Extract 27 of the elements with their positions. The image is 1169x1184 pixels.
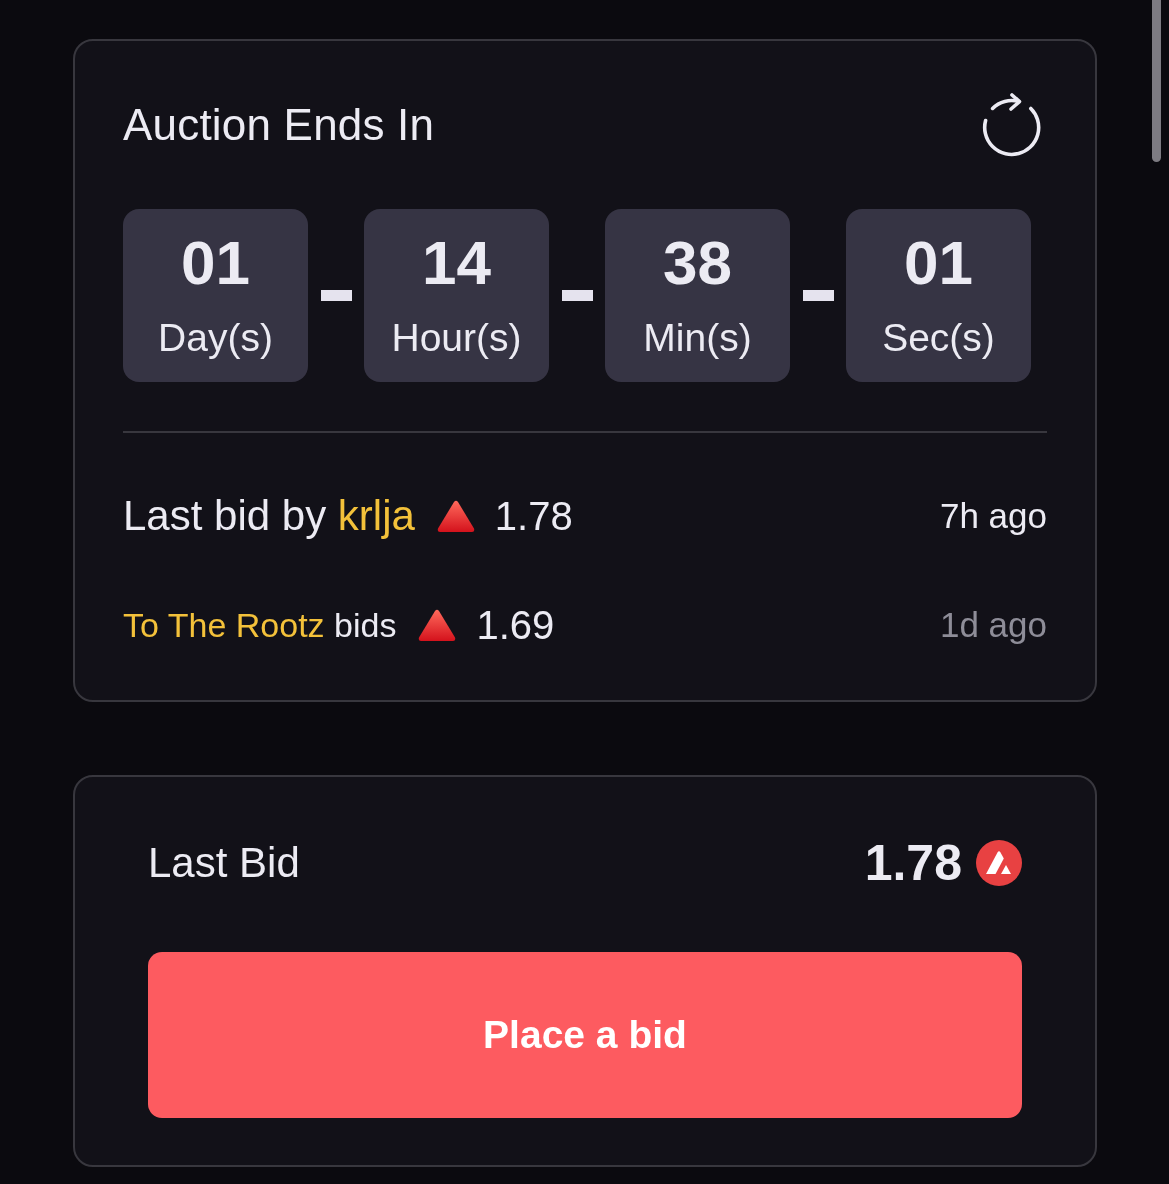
bid-text: To The Rootz bids bbox=[123, 605, 397, 645]
bidder-link[interactable]: krlja bbox=[337, 492, 415, 539]
bid-amount: 1.78 bbox=[494, 493, 573, 539]
triangle-icon bbox=[418, 609, 457, 641]
countdown-unit: Sec(s) bbox=[882, 316, 995, 360]
countdown-value: 01 bbox=[181, 231, 250, 295]
bidder-link[interactable]: To The Rootz bbox=[123, 605, 325, 644]
countdown-unit: Day(s) bbox=[158, 316, 273, 360]
refresh-icon[interactable] bbox=[980, 92, 1043, 158]
scrollbar-thumb[interactable] bbox=[1152, 0, 1161, 162]
dash-icon bbox=[802, 290, 834, 301]
last-bid-label: Last Bid bbox=[148, 838, 300, 888]
bid-amount: 1.69 bbox=[476, 602, 555, 648]
dash-icon bbox=[561, 290, 593, 301]
bid-text: Last bid by krlja bbox=[123, 492, 415, 540]
price-amount: 1.78 bbox=[864, 835, 962, 891]
triangle-icon bbox=[436, 500, 475, 532]
dash-icon bbox=[320, 290, 352, 301]
bid-time: 7h ago bbox=[939, 496, 1047, 536]
logo-icon bbox=[976, 840, 1022, 886]
countdown-value: 38 bbox=[663, 231, 732, 295]
countdown-value: 14 bbox=[422, 231, 491, 295]
card-title: Auction Ends In bbox=[123, 99, 435, 151]
countdown-unit: Hour(s) bbox=[391, 316, 522, 360]
bid-time: 1d ago bbox=[939, 605, 1047, 645]
countdown-unit: Min(s) bbox=[643, 316, 752, 360]
countdown-value: 01 bbox=[904, 231, 973, 295]
